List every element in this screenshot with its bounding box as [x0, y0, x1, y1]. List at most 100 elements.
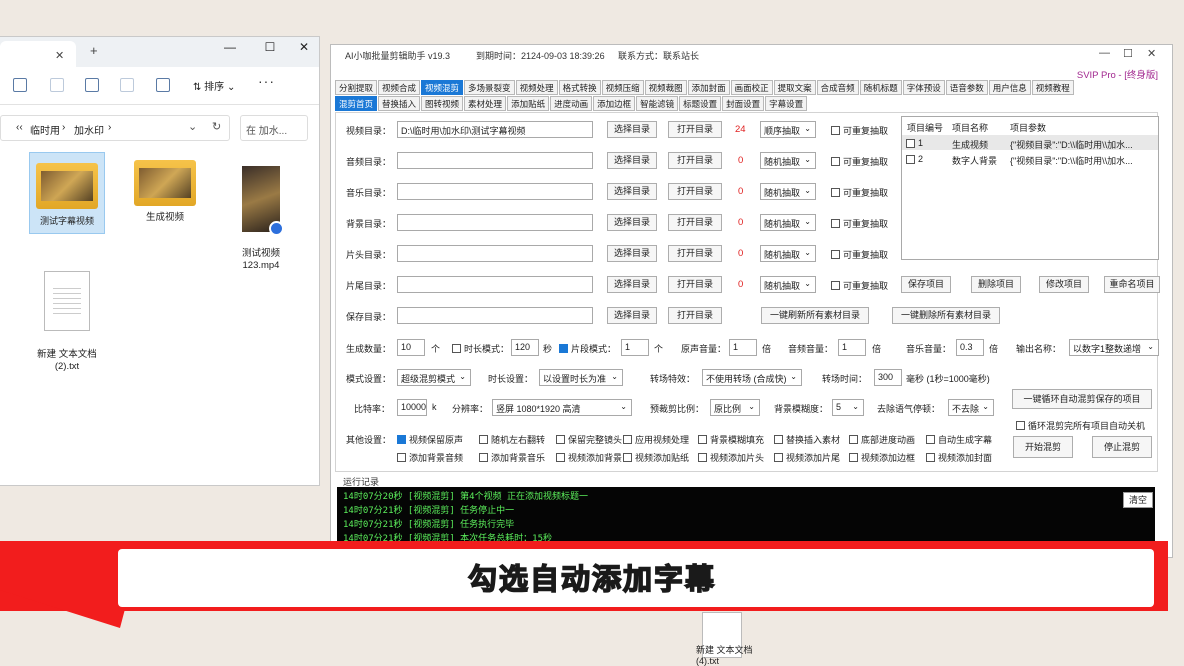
breadcrumb-overflow[interactable]: ‹‹: [16, 122, 23, 133]
extract-mode-select[interactable]: 顺序抽取 ⌄: [760, 121, 816, 138]
project-checkbox[interactable]: 1: [906, 138, 923, 148]
new-tab-button[interactable]: +: [90, 43, 98, 58]
resolution-select[interactable]: 竖屏 1080*1920 高清 ⌄: [492, 399, 632, 416]
refresh-all-dirs-button[interactable]: 一键刷新所有素材目录: [761, 307, 869, 324]
crop-select[interactable]: 原比例 ⌄: [710, 399, 760, 416]
choose-dir-button[interactable]: 选择目录: [607, 214, 657, 231]
choose-dir-button[interactable]: 选择目录: [607, 121, 657, 138]
segment-input[interactable]: 1: [621, 339, 649, 356]
extract-mode-select[interactable]: 随机抽取 ⌄: [760, 214, 816, 231]
edit-project-button[interactable]: 修改项目: [1039, 276, 1089, 293]
music-volume-input[interactable]: 0.3: [956, 339, 984, 356]
paste-icon[interactable]: [50, 78, 64, 92]
duration-mode-checkbox[interactable]: 时长模式：: [452, 342, 509, 355]
more-options-button[interactable]: ···: [258, 73, 275, 89]
option-checkbox[interactable]: 视频添加背景: [556, 451, 622, 464]
save-project-button[interactable]: 保存项目: [901, 276, 951, 293]
table-row[interactable]: 1 生成视频 {"视频目录":"D:\\临时用\\加水...: [902, 135, 1158, 150]
auto-shutdown-checkbox[interactable]: 循环混剪完所有项目自动关机: [1016, 419, 1145, 432]
open-dir-button[interactable]: 打开目录: [668, 245, 722, 262]
tab-item[interactable]: 分割提取: [335, 80, 378, 95]
delete-all-dirs-button[interactable]: 一键删除所有素材目录: [892, 307, 1000, 324]
minimize-button[interactable]: —: [1099, 47, 1110, 59]
dir-path-input[interactable]: [397, 214, 593, 231]
tab-item[interactable]: 多场景裂变: [464, 80, 515, 95]
share-icon[interactable]: [120, 78, 134, 92]
open-dir-button[interactable]: 打开目录: [668, 214, 722, 231]
choose-dir-button[interactable]: 选择目录: [607, 183, 657, 200]
chevron-down-icon[interactable]: ⌄: [188, 120, 197, 133]
orig-volume-input[interactable]: 1: [729, 339, 757, 356]
segment-mode-checkbox[interactable]: 片段模式：: [559, 342, 616, 355]
option-checkbox[interactable]: 随机左右翻转: [479, 433, 545, 446]
start-mix-button[interactable]: 开始混剪: [1013, 436, 1073, 458]
bitrate-input[interactable]: 10000: [397, 399, 427, 416]
tab-item[interactable]: 用户信息: [988, 80, 1031, 95]
project-checkbox[interactable]: 2: [906, 154, 923, 164]
repeat-extract-checkbox[interactable]: 可重复抽取: [831, 186, 888, 199]
choose-dir-button[interactable]: 选择目录: [607, 152, 657, 169]
option-checkbox[interactable]: 视频添加片头: [698, 451, 764, 464]
video-item[interactable]: 测试视频 123.mp4: [223, 154, 299, 284]
tab-item[interactable]: 视频压缩: [601, 80, 644, 95]
open-dir-button[interactable]: 打开目录: [668, 276, 722, 293]
loop-mix-button[interactable]: 一键循环自动混剪保存的项目: [1012, 389, 1152, 409]
tab-item[interactable]: 格式转换: [558, 80, 601, 95]
mode-select[interactable]: 超级混剪模式 ⌄: [397, 369, 471, 386]
tab-item[interactable]: 添加封面: [687, 80, 730, 95]
close-window-button[interactable]: ✕: [1147, 47, 1156, 60]
refresh-icon[interactable]: ↻: [212, 120, 221, 133]
open-dir-button[interactable]: 打开目录: [668, 307, 722, 324]
subtab-item[interactable]: 替换插入: [378, 96, 421, 111]
extract-mode-select[interactable]: 随机抽取 ⌄: [760, 152, 816, 169]
tab-item[interactable]: 合成音频: [816, 80, 859, 95]
subtab-item[interactable]: 字幕设置: [765, 96, 808, 111]
audio-volume-input[interactable]: 1: [838, 339, 866, 356]
maximize-button[interactable]: ☐: [260, 40, 280, 54]
search-input[interactable]: 在 加水...: [240, 115, 308, 141]
pause-removal-select[interactable]: 不去除 ⌄: [948, 399, 994, 416]
option-checkbox[interactable]: 添加背景音乐: [479, 451, 545, 464]
clear-log-button[interactable]: 清空: [1123, 492, 1153, 508]
explorer-tab[interactable]: ✕: [0, 41, 76, 67]
duration-setting-select[interactable]: 以设置时长为准 ⌄: [539, 369, 623, 386]
dir-path-input[interactable]: D:\临时用\加水印\测试字幕视频: [397, 121, 593, 138]
choose-dir-button[interactable]: 选择目录: [607, 307, 657, 324]
repeat-extract-checkbox[interactable]: 可重复抽取: [831, 279, 888, 292]
repeat-extract-checkbox[interactable]: 可重复抽取: [831, 124, 888, 137]
tab-item[interactable]: 视频混剪: [421, 80, 464, 95]
close-window-button[interactable]: ✕: [294, 40, 314, 54]
open-dir-button[interactable]: 打开目录: [668, 121, 722, 138]
count-input[interactable]: 10: [397, 339, 425, 356]
breadcrumb-item[interactable]: 临时用: [30, 122, 60, 137]
rename-icon[interactable]: [85, 78, 99, 92]
transition-select[interactable]: 不使用转场 (合成快) ⌄: [702, 369, 802, 386]
blur-select[interactable]: 5 ⌄: [832, 399, 864, 416]
choose-dir-button[interactable]: 选择目录: [607, 245, 657, 262]
tab-item[interactable]: 视频处理: [515, 80, 558, 95]
option-checkbox[interactable]: 视频添加贴纸: [623, 451, 689, 464]
subtab-item[interactable]: 添加贴纸: [507, 96, 550, 111]
subtab-item[interactable]: 混剪首页: [335, 96, 378, 111]
extract-mode-select[interactable]: 随机抽取 ⌄: [760, 245, 816, 262]
open-dir-button[interactable]: 打开目录: [668, 152, 722, 169]
option-checkbox[interactable]: 替换插入素材: [774, 433, 840, 446]
minimize-button[interactable]: —: [220, 40, 240, 54]
repeat-extract-checkbox[interactable]: 可重复抽取: [831, 217, 888, 230]
extract-mode-select[interactable]: 随机抽取 ⌄: [760, 183, 816, 200]
subtab-item[interactable]: 进度动画: [550, 96, 593, 111]
table-row[interactable]: 2 数字人背景 {"视频目录":"D:\\临时用\\加水...: [902, 151, 1158, 166]
delete-icon[interactable]: [156, 78, 170, 92]
option-checkbox[interactable]: 添加背景音频: [397, 451, 463, 464]
text-file-item[interactable]: 新建 文本文档 (2).txt: [29, 259, 105, 385]
save-dir-input[interactable]: [397, 307, 593, 324]
tab-item[interactable]: 视频教程: [1031, 80, 1074, 95]
subtab-item[interactable]: 图转视频: [421, 96, 464, 111]
folder-item[interactable]: 生成视频: [127, 152, 203, 224]
option-checkbox[interactable]: 视频保留原声: [397, 433, 463, 446]
duration-input[interactable]: 120: [511, 339, 539, 356]
extract-mode-select[interactable]: 随机抽取 ⌄: [760, 276, 816, 293]
subtab-item[interactable]: 标题设置: [679, 96, 722, 111]
option-checkbox[interactable]: 自动生成字幕: [926, 433, 992, 446]
tab-item[interactable]: 视频裁图: [644, 80, 687, 95]
